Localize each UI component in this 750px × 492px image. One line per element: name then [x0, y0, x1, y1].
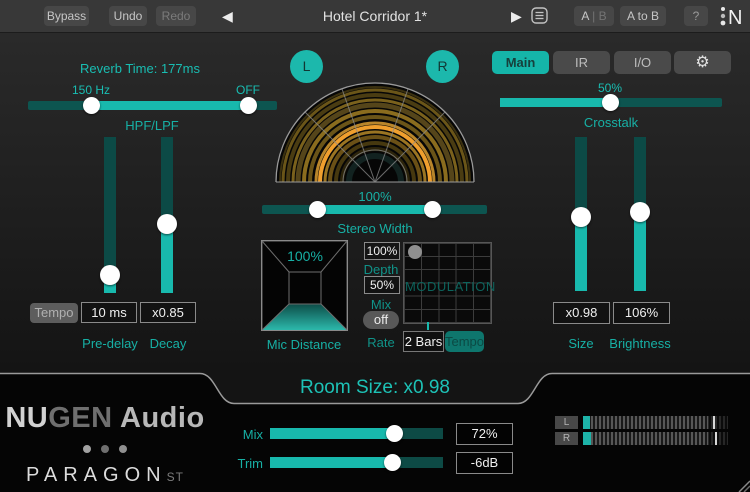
tab-main[interactable]: Main — [492, 51, 549, 74]
mod-mix-label: Mix — [351, 297, 411, 312]
main-panel: Reverb Time: 177ms 150 Hz OFF HPF/LPF Te… — [0, 33, 750, 372]
mix-slider[interactable] — [270, 428, 443, 439]
product-paragon: PARAGON — [26, 464, 167, 486]
ab-b-label: B — [599, 9, 607, 23]
filter-label: HPF/LPF — [92, 118, 212, 133]
left-level-meter — [583, 416, 728, 429]
modulation-handle[interactable] — [408, 245, 422, 259]
predelay-slider-handle[interactable] — [100, 265, 120, 285]
meter-left-label: L — [555, 416, 578, 429]
right-level-meter — [583, 432, 728, 445]
lpf-slider-handle[interactable] — [240, 97, 257, 114]
status-readout: Room Size: x0.98 — [235, 377, 515, 399]
settings-tab[interactable]: ⚙ — [674, 51, 731, 74]
predelay-value-box[interactable]: 10 ms — [81, 302, 137, 323]
size-value-box[interactable]: x0.98 — [553, 302, 610, 324]
preset-menu-icon[interactable] — [531, 7, 548, 29]
mod-rate-off-button[interactable]: off — [363, 311, 399, 329]
trim-slider-handle[interactable] — [384, 454, 401, 471]
trim-value-box[interactable]: -6dB — [456, 452, 513, 474]
paragon-plugin-window: Bypass Undo Redo ◀ Hotel Corridor 1* ▶ A… — [0, 0, 750, 492]
brand-nu: NU — [5, 402, 48, 434]
mod-depth-label: Depth — [351, 262, 411, 277]
mod-depth-value-box[interactable]: 100% — [364, 242, 400, 260]
ab-separator: | — [592, 9, 595, 23]
top-toolbar: Bypass Undo Redo ◀ Hotel Corridor 1* ▶ A… — [0, 0, 750, 33]
modulation-watermark: MODULATION — [405, 279, 491, 294]
redo-button[interactable]: Redo — [156, 6, 196, 26]
right-channel-badge[interactable]: R — [426, 50, 459, 83]
stereo-width-left-handle[interactable] — [309, 201, 326, 218]
bottom-bar: Room Size: x0.98 NUGEN Audio PARAGONST M… — [0, 372, 750, 492]
modulation-xy-pad[interactable]: MODULATION — [403, 242, 492, 324]
brand-dots — [0, 440, 210, 458]
mix-slider-handle[interactable] — [386, 425, 403, 442]
hpf-slider-handle[interactable] — [83, 97, 100, 114]
brand-gen: GEN — [48, 402, 112, 434]
size-slider[interactable] — [575, 137, 587, 291]
next-preset-icon[interactable]: ▶ — [511, 7, 522, 25]
size-slider-handle[interactable] — [571, 207, 591, 227]
svg-text:N: N — [728, 7, 742, 29]
right-tab-strip: Main IR I/O ⚙ — [492, 51, 732, 74]
gear-icon: ⚙ — [695, 54, 709, 71]
mic-distance-value: 100% — [275, 248, 335, 264]
resize-grip[interactable] — [736, 478, 750, 492]
left-channel-badge[interactable]: L — [290, 50, 323, 83]
brightness-slider[interactable] — [634, 137, 646, 291]
stereo-width-label: Stereo Width — [315, 221, 435, 236]
trim-label: Trim — [215, 456, 263, 471]
brightness-label: Brightness — [600, 336, 680, 351]
mod-tempo-toggle[interactable]: Tempo — [445, 331, 484, 352]
product-name: PARAGONST — [0, 464, 210, 487]
trim-slider[interactable] — [270, 457, 443, 468]
decay-slider-handle[interactable] — [157, 214, 177, 234]
decay-label: Decay — [128, 336, 208, 351]
stereo-width-right-handle[interactable] — [424, 201, 441, 218]
tab-ir[interactable]: IR — [553, 51, 610, 74]
a-to-b-button[interactable]: A to B — [620, 6, 666, 26]
crosstalk-value: 50% — [580, 81, 640, 95]
mic-distance-pad[interactable]: 100% — [261, 240, 348, 336]
crosstalk-label: Crosstalk — [551, 115, 671, 130]
undo-button[interactable]: Undo — [109, 6, 147, 26]
preset-name[interactable]: Hotel Corridor 1* — [280, 8, 470, 24]
mic-distance-label: Mic Distance — [254, 337, 354, 352]
reverb-time-readout: Reverb Time: 177ms — [40, 61, 240, 76]
predelay-slider[interactable] — [104, 137, 116, 293]
crosstalk-slider[interactable] — [500, 98, 722, 107]
reverb-radar-display — [274, 82, 476, 188]
mod-rate-label: Rate — [351, 335, 411, 350]
brightness-slider-handle[interactable] — [630, 202, 650, 222]
meter-right-label: R — [555, 432, 578, 445]
mix-value-box[interactable]: 72% — [456, 423, 513, 445]
stereo-width-value: 100% — [335, 189, 415, 204]
nugen-n-logo[interactable]: N — [719, 4, 747, 35]
product-st: ST — [167, 470, 184, 484]
lpf-value: OFF — [222, 83, 274, 97]
crosstalk-slider-handle[interactable] — [602, 94, 619, 111]
brightness-value-box[interactable]: 106% — [613, 302, 670, 324]
brand-audio: Audio — [113, 402, 205, 434]
help-button[interactable]: ? — [684, 6, 708, 26]
mod-mix-value-box[interactable]: 50% — [364, 276, 400, 294]
prev-preset-icon[interactable]: ◀ — [222, 7, 233, 25]
bypass-button[interactable]: Bypass — [44, 6, 89, 26]
hpf-lpf-slider[interactable] — [28, 101, 277, 110]
stereo-width-slider[interactable] — [262, 205, 487, 214]
brand-block: NUGEN Audio PARAGONST — [0, 402, 210, 487]
ab-a-label: A — [581, 9, 588, 23]
mod-grid-tick — [427, 322, 429, 330]
brand-logo: NUGEN Audio — [0, 402, 210, 435]
predelay-tempo-toggle[interactable]: Tempo — [30, 303, 78, 323]
hpf-value: 150 Hz — [61, 83, 121, 97]
mix-label: Mix — [215, 427, 263, 442]
decay-slider[interactable] — [161, 137, 173, 293]
mod-bars-value-box[interactable]: 2 Bars — [403, 331, 444, 352]
ab-compare-button[interactable]: A | B — [574, 6, 614, 26]
tab-io[interactable]: I/O — [614, 51, 671, 74]
decay-value-box[interactable]: x0.85 — [140, 302, 196, 323]
